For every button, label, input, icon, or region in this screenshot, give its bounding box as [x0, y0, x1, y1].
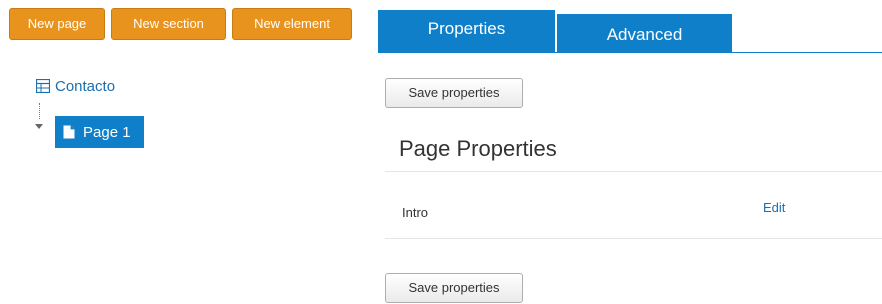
new-page-button[interactable]: New page [9, 8, 105, 40]
save-properties-button-bottom[interactable]: Save properties [385, 273, 523, 303]
tab-advanced[interactable]: Advanced [557, 14, 732, 52]
tree-item-label: Page 1 [83, 123, 131, 141]
new-section-button[interactable]: New section [111, 8, 226, 40]
save-properties-button-top[interactable]: Save properties [385, 78, 523, 108]
new-element-button[interactable]: New element [232, 8, 352, 40]
divider [385, 238, 882, 239]
grid-table-icon [36, 79, 50, 93]
page-properties-heading: Page Properties [399, 136, 557, 161]
tree-root-contacto[interactable]: Contacto [36, 75, 115, 97]
tree-item-page-1[interactable]: Page 1 [55, 116, 144, 148]
tree-connector [39, 103, 40, 119]
property-label-intro: Intro [402, 205, 429, 220]
collapse-arrow-icon[interactable] [35, 124, 43, 129]
page-icon [63, 125, 75, 139]
tab-properties[interactable]: Properties [378, 10, 555, 52]
edit-intro-link[interactable]: Edit [763, 200, 785, 215]
tree-root-label: Contacto [55, 77, 116, 95]
divider [385, 171, 882, 172]
tabs-underline [378, 52, 882, 53]
